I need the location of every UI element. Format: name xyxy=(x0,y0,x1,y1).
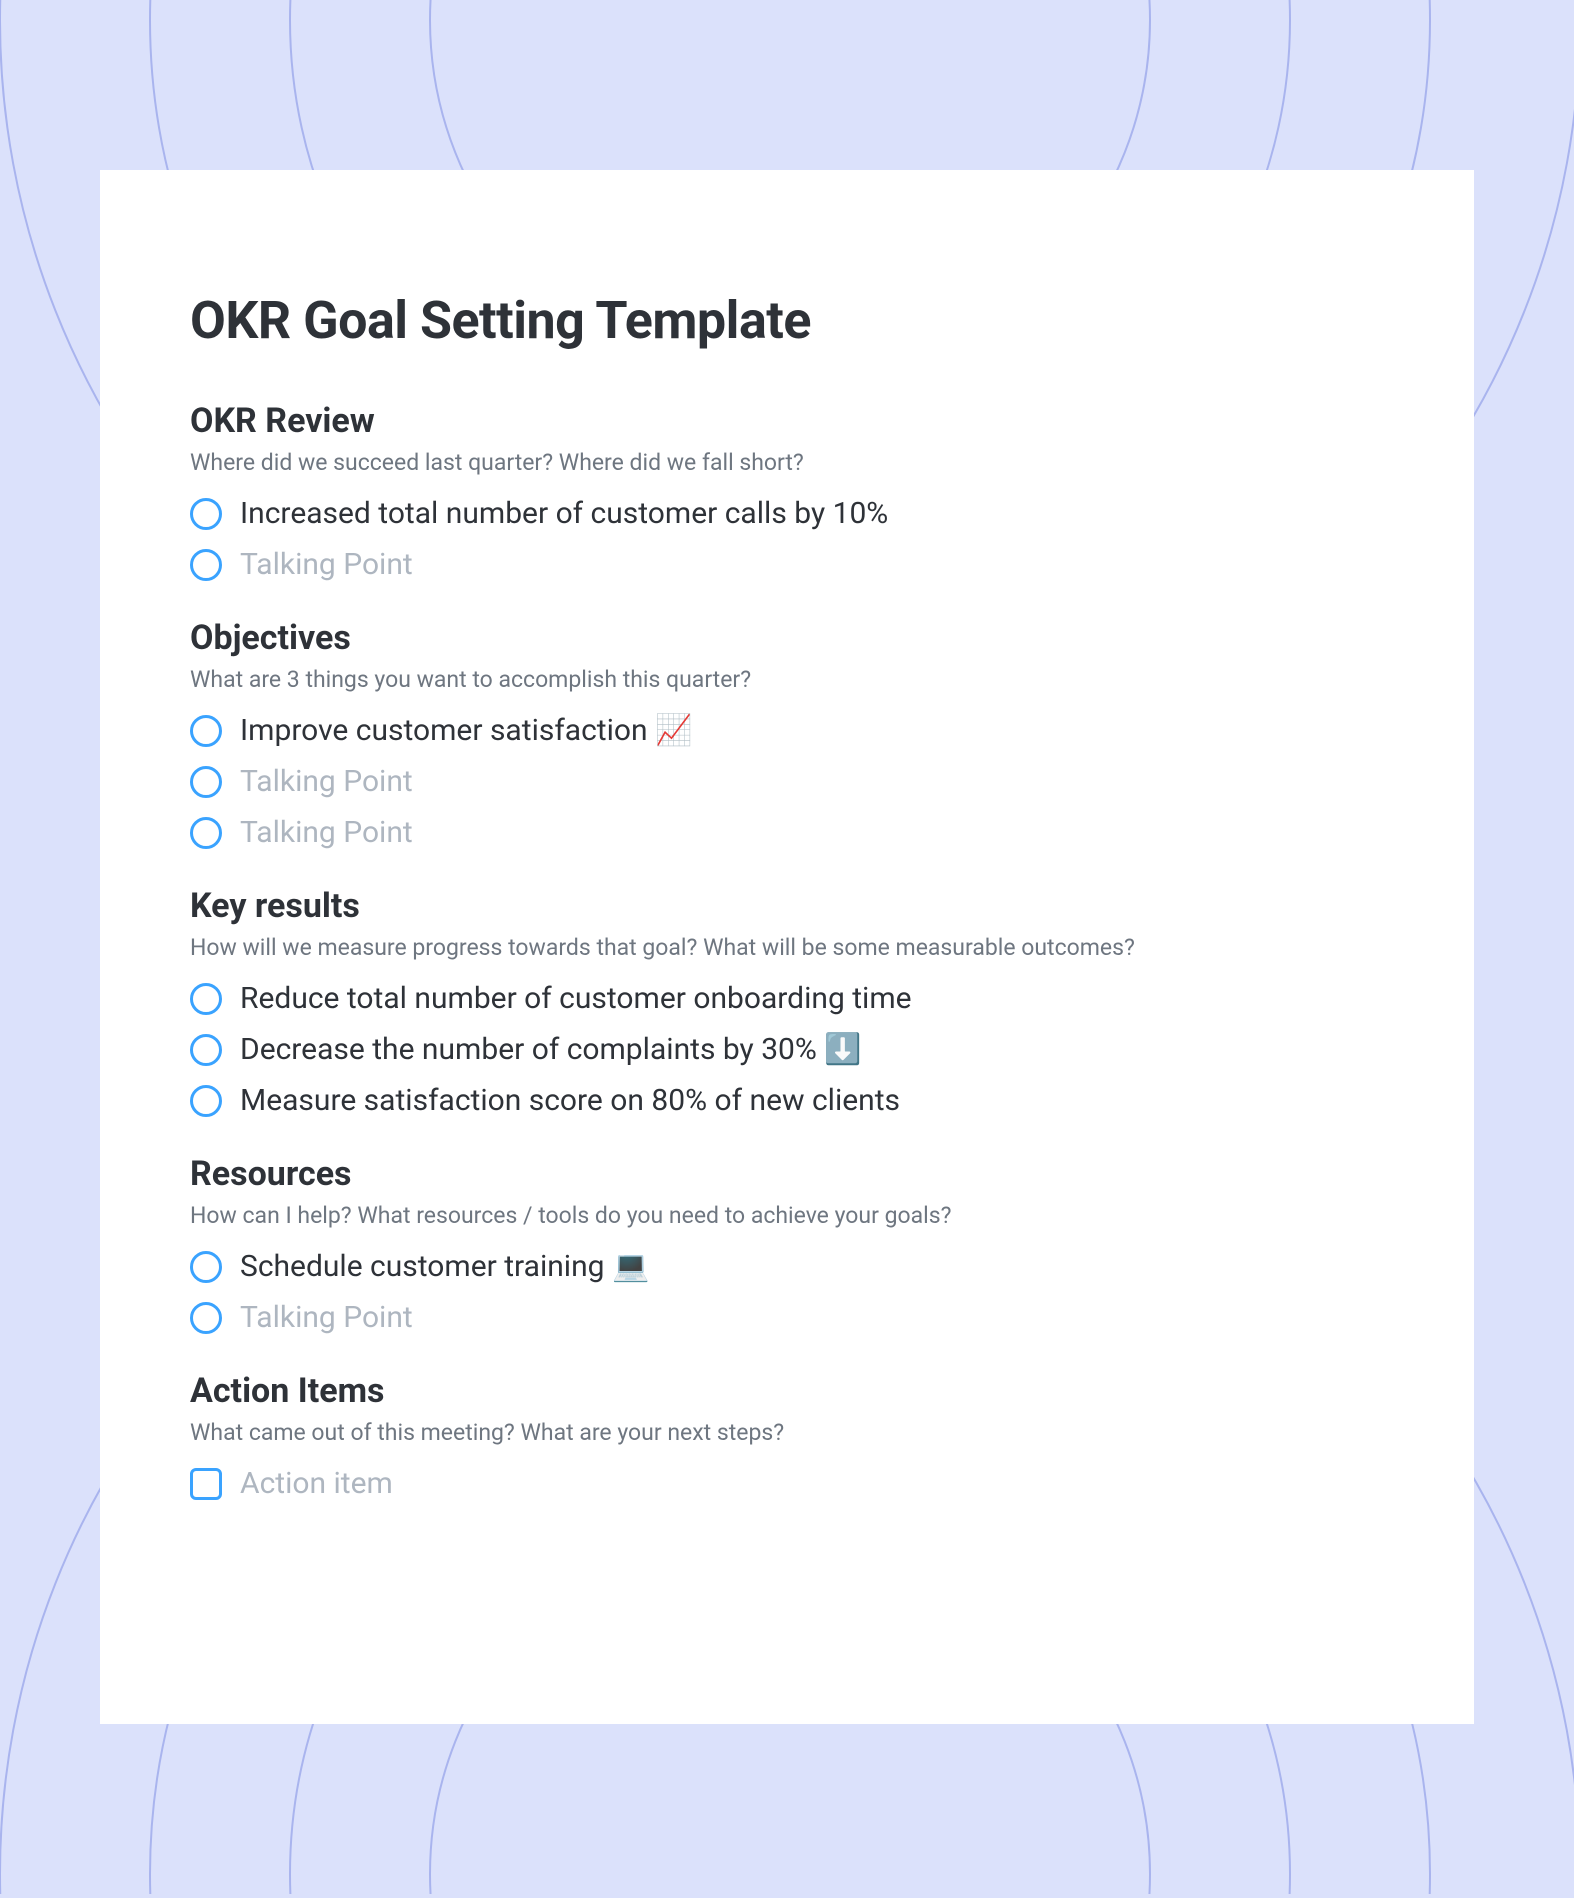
list-item[interactable]: Talking Point xyxy=(190,764,1384,799)
section-description: What came out of this meeting? What are … xyxy=(190,1419,1384,1446)
list-item-text[interactable]: Reduce total number of customer onboardi… xyxy=(240,981,912,1016)
radio-icon[interactable] xyxy=(190,1034,222,1066)
list-item-text[interactable]: Talking Point xyxy=(240,764,413,799)
section-header: Resources xyxy=(190,1154,1384,1194)
section: Objectives What are 3 things you want to … xyxy=(190,618,1384,850)
radio-icon[interactable] xyxy=(190,1251,222,1283)
section-description: What are 3 things you want to accomplish… xyxy=(190,666,1384,693)
radio-icon[interactable] xyxy=(190,1302,222,1334)
list-item[interactable]: Reduce total number of customer onboardi… xyxy=(190,981,1384,1016)
list-item[interactable]: Talking Point xyxy=(190,815,1384,850)
section: Resources How can I help? What resources … xyxy=(190,1154,1384,1335)
list-item-text[interactable]: Improve customer satisfaction 📈 xyxy=(240,713,692,748)
section-description: How will we measure progress towards tha… xyxy=(190,934,1384,961)
list-item-text[interactable]: Talking Point xyxy=(240,1300,413,1335)
list-item[interactable]: Schedule customer training 💻 xyxy=(190,1249,1384,1284)
section-description: How can I help? What resources / tools d… xyxy=(190,1202,1384,1229)
list-item[interactable]: Talking Point xyxy=(190,1300,1384,1335)
section: OKR Review Where did we succeed last quar… xyxy=(190,401,1384,582)
radio-icon[interactable] xyxy=(190,766,222,798)
radio-icon[interactable] xyxy=(190,983,222,1015)
section-description: Where did we succeed last quarter? Where… xyxy=(190,449,1384,476)
list-item-text[interactable]: Talking Point xyxy=(240,547,413,582)
list-item[interactable]: Increased total number of customer calls… xyxy=(190,496,1384,531)
list-item-text[interactable]: Measure satisfaction score on 80% of new… xyxy=(240,1083,900,1118)
list-item[interactable]: Improve customer satisfaction 📈 xyxy=(190,713,1384,748)
radio-icon[interactable] xyxy=(190,817,222,849)
list-item[interactable]: Talking Point xyxy=(190,547,1384,582)
section: Key results How will we measure progress … xyxy=(190,886,1384,1118)
section-header: Objectives xyxy=(190,618,1384,658)
section: Action Items What came out of this meetin… xyxy=(190,1371,1384,1501)
page-title: OKR Goal Setting Template xyxy=(190,290,1384,351)
radio-icon[interactable] xyxy=(190,1085,222,1117)
radio-icon[interactable] xyxy=(190,549,222,581)
radio-icon[interactable] xyxy=(190,498,222,530)
list-item-text[interactable]: Increased total number of customer calls… xyxy=(240,496,888,531)
list-item[interactable]: Action item xyxy=(190,1466,1384,1501)
list-item-text[interactable]: Talking Point xyxy=(240,815,413,850)
section-header: Key results xyxy=(190,886,1384,926)
section-header: Action Items xyxy=(190,1371,1384,1411)
checkbox-icon[interactable] xyxy=(190,1468,222,1500)
section-header: OKR Review xyxy=(190,401,1384,441)
list-item-text[interactable]: Action item xyxy=(240,1466,393,1501)
radio-icon[interactable] xyxy=(190,715,222,747)
list-item-text[interactable]: Schedule customer training 💻 xyxy=(240,1249,649,1284)
list-item[interactable]: Decrease the number of complaints by 30%… xyxy=(190,1032,1384,1067)
template-card: OKR Goal Setting Template OKR Review Wher… xyxy=(100,170,1474,1724)
list-item[interactable]: Measure satisfaction score on 80% of new… xyxy=(190,1083,1384,1118)
list-item-text[interactable]: Decrease the number of complaints by 30%… xyxy=(240,1032,862,1067)
